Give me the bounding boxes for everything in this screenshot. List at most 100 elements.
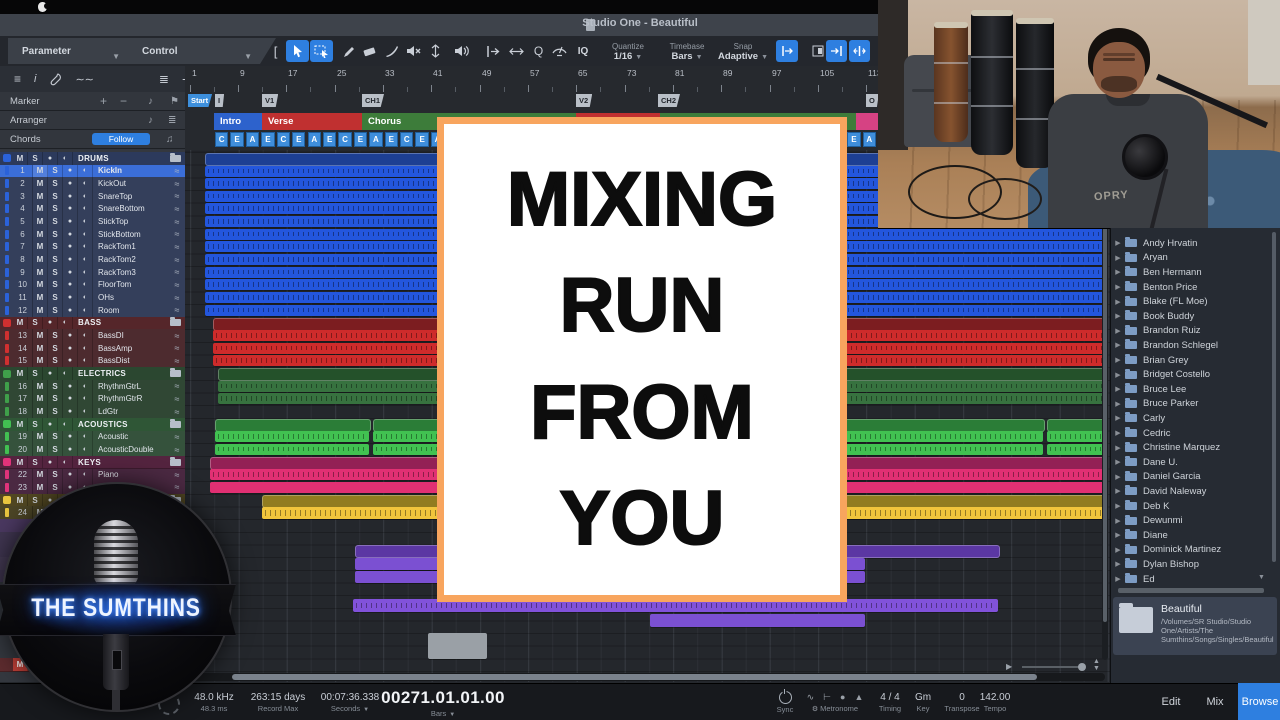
- monitor-button[interactable]: ◐: [78, 341, 93, 355]
- audio-clip[interactable]: [215, 443, 369, 455]
- track-color-gutter[interactable]: [0, 329, 13, 342]
- solo-button[interactable]: S: [48, 392, 63, 406]
- track-color-gutter[interactable]: [0, 215, 13, 228]
- track-color-gutter[interactable]: [0, 342, 13, 355]
- track-color-gutter[interactable]: [0, 380, 13, 393]
- record-arm-button[interactable]: ●: [63, 164, 78, 178]
- expand-triangle-icon[interactable]: ▶: [1111, 400, 1125, 408]
- monitor-button[interactable]: ◐: [58, 316, 73, 330]
- track-color-gutter[interactable]: [0, 253, 13, 266]
- record-arm-button[interactable]: ●: [63, 291, 78, 304]
- key-display[interactable]: Gm Key: [908, 684, 938, 720]
- track-group-header[interactable]: M S ● ◐ ELECTRICS: [0, 367, 185, 381]
- browser-file-info-card[interactable]: Beautiful /Volumes/SR Studio/Studio One/…: [1113, 597, 1277, 655]
- add-marker-button[interactable]: +: [100, 94, 107, 108]
- audio-clip[interactable]: [1047, 418, 1107, 432]
- solo-button[interactable]: S: [48, 379, 63, 393]
- expand-triangle-icon[interactable]: ▶: [1111, 473, 1125, 481]
- audio-clip[interactable]: [1047, 443, 1105, 455]
- browser-folder-item[interactable]: ▶ Brandon Ruiz: [1111, 324, 1279, 339]
- wrench-icon[interactable]: [49, 72, 62, 86]
- listen-tool[interactable]: [450, 40, 473, 62]
- timebase-dropdown[interactable]: Timebase Bars ▼: [660, 38, 714, 65]
- record-arm-button[interactable]: ●: [63, 329, 78, 342]
- monitor-button[interactable]: ◐: [78, 291, 93, 304]
- browser-folder-item[interactable]: ▶ Dewunmi: [1111, 513, 1279, 528]
- browser-horizontal-scrollbar[interactable]: [1118, 588, 1264, 593]
- solo-button[interactable]: S: [48, 303, 63, 317]
- record-arm-button[interactable]: ●: [63, 392, 78, 406]
- track-row[interactable]: 12 M S ● ◐ Room ≈: [0, 303, 185, 318]
- metronome-cluster[interactable]: ∿ ⊢ ● ▲ ⚙ Metronome: [800, 684, 870, 720]
- arrange-horizontal-scrollbar-thumb[interactable]: [232, 674, 1037, 680]
- browser-folder-item[interactable]: ▶ Dane U.: [1111, 455, 1279, 470]
- solo-button[interactable]: S: [48, 189, 63, 203]
- record-arm-button[interactable]: ●: [63, 278, 78, 292]
- track-row[interactable]: 6 M S ● ◐ StickBottom ≈: [0, 227, 185, 242]
- mute-button[interactable]: M: [33, 379, 48, 393]
- input-quantize-toggle[interactable]: IQ: [570, 38, 596, 65]
- chord-block[interactable]: E: [847, 132, 861, 147]
- secondary-time-display[interactable]: 00:07:36.338 Seconds ▼: [314, 684, 386, 720]
- marker-flag[interactable]: I: [215, 94, 225, 107]
- monitor-button[interactable]: ◐: [78, 202, 93, 216]
- record-arm-button[interactable]: ●: [63, 354, 78, 368]
- group-expand-gutter[interactable]: [0, 317, 13, 330]
- track-color-gutter[interactable]: [0, 405, 13, 418]
- group-expand-gutter[interactable]: [0, 152, 13, 165]
- track-row[interactable]: 5 M S ● ◐ StickTop ≈: [0, 215, 185, 229]
- track-color-gutter[interactable]: [0, 266, 13, 279]
- browser-folder-item[interactable]: ▶ Bruce Lee: [1111, 382, 1279, 397]
- zoom-q-button[interactable]: Q: [527, 40, 550, 62]
- track-row[interactable]: 20 M S ● ◐ AcousticDouble ≈: [0, 443, 185, 457]
- browser-folder-item[interactable]: ▶ Daniel Garcia: [1111, 470, 1279, 485]
- group-expand-gutter[interactable]: [0, 367, 13, 380]
- expand-triangle-icon[interactable]: ▶: [1111, 239, 1125, 247]
- record-arm-button[interactable]: ●: [63, 189, 78, 203]
- solo-button[interactable]: S: [28, 152, 43, 165]
- browser-scrollbar-thumb[interactable]: [1272, 232, 1276, 562]
- track-row[interactable]: 4 M S ● ◐ SnareBottom ≈: [0, 202, 185, 217]
- record-arm-button[interactable]: ●: [63, 215, 78, 228]
- mute-button[interactable]: M: [33, 164, 48, 178]
- expand-triangle-icon[interactable]: ▶: [1111, 298, 1125, 306]
- record-arm-button[interactable]: ●: [63, 240, 78, 254]
- tab-browse[interactable]: Browse: [1238, 683, 1280, 720]
- browser-folder-item[interactable]: ▶ Benton Price: [1111, 280, 1279, 295]
- expand-triangle-icon[interactable]: ▶: [1111, 327, 1125, 335]
- inspector-icon[interactable]: i: [34, 73, 36, 85]
- mute-button[interactable]: M: [33, 202, 48, 216]
- solo-button[interactable]: S: [48, 265, 63, 279]
- track-color-gutter[interactable]: [0, 443, 13, 456]
- track-color-gutter[interactable]: [0, 291, 13, 304]
- monitor-button[interactable]: ◐: [78, 392, 93, 406]
- expand-triangle-icon[interactable]: ▶: [1111, 517, 1125, 525]
- arranger-section[interactable]: Verse: [262, 113, 369, 130]
- mute-button[interactable]: M: [13, 455, 28, 469]
- monitor-button[interactable]: ◐: [58, 367, 73, 380]
- mute-button[interactable]: M: [13, 316, 28, 330]
- record-arm-button[interactable]: ●: [63, 265, 78, 279]
- solo-button[interactable]: S: [48, 202, 63, 216]
- parameter-dropdown[interactable]: Parameter ▼: [8, 38, 144, 64]
- record-arm-button[interactable]: ●: [43, 417, 58, 431]
- chord-block[interactable]: E: [322, 132, 337, 147]
- marker-flag[interactable]: V1: [262, 94, 279, 107]
- record-arm-button[interactable]: ●: [63, 253, 78, 266]
- chord-block[interactable]: C: [276, 132, 291, 147]
- solo-button[interactable]: S: [48, 329, 63, 342]
- track-row[interactable]: 15 M S ● ◐ BassDist ≈: [0, 354, 185, 369]
- marker-flag[interactable]: V2: [576, 94, 593, 107]
- expand-triangle-icon[interactable]: ▶: [1111, 414, 1125, 422]
- track-group-header[interactable]: M S ● ◐ DRUMS: [0, 152, 185, 166]
- expand-triangle-icon[interactable]: ▶: [1111, 546, 1125, 554]
- snap-dropdown[interactable]: Snap Adaptive ▼: [714, 38, 772, 65]
- solo-button[interactable]: S: [48, 430, 63, 444]
- mute-button[interactable]: M: [33, 227, 48, 241]
- chord-block[interactable]: A: [245, 132, 260, 147]
- mute-button[interactable]: M: [33, 253, 48, 266]
- track-group-header[interactable]: M S ● ◐ KEYS: [0, 455, 185, 470]
- monitor-button[interactable]: ◐: [78, 278, 93, 292]
- track-list-icon[interactable]: ≡: [14, 72, 21, 86]
- audio-clip[interactable]: [215, 431, 369, 442]
